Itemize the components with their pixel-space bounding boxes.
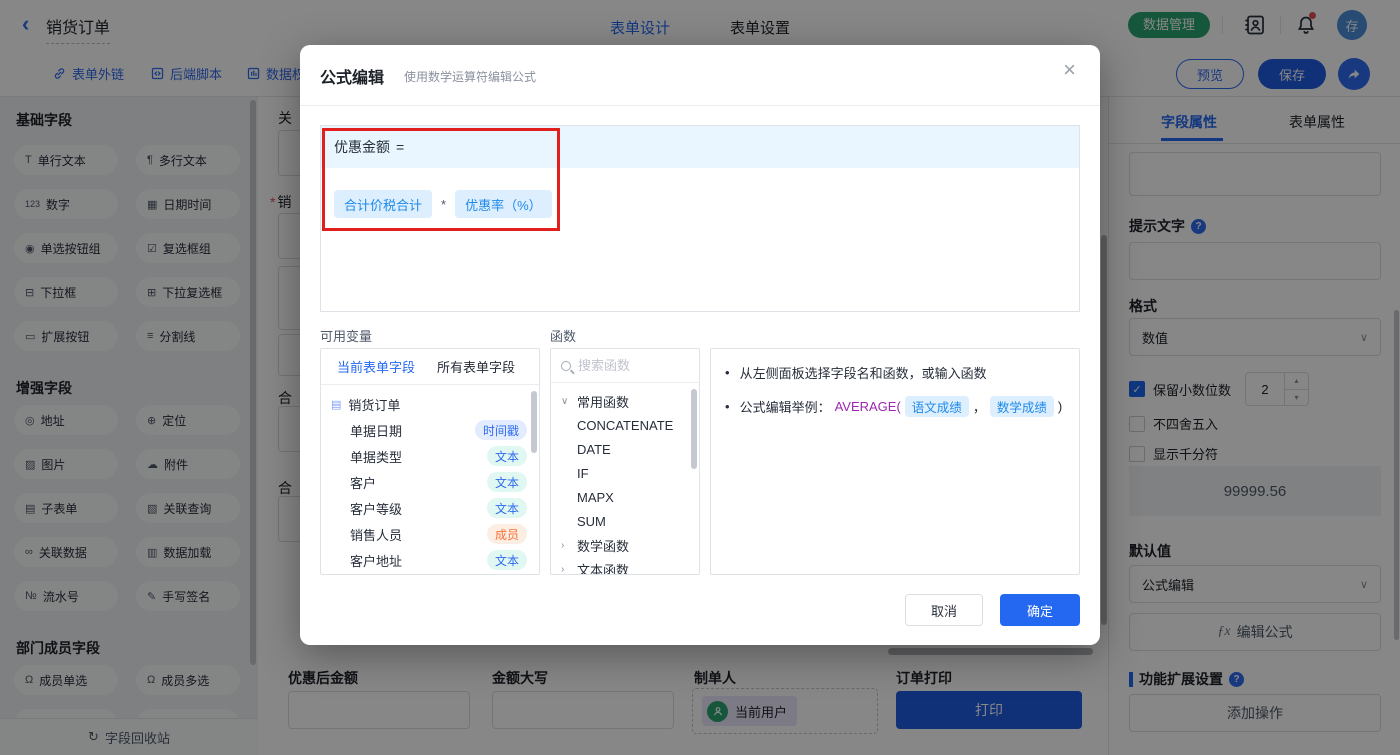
function-item[interactable]: CONCATENATE: [551, 413, 699, 437]
functions-section-label: 函数: [550, 326, 576, 345]
dialog-subtitle: 使用数学运算符编辑公式: [404, 68, 536, 85]
help-text: 从左侧面板选择字段名和函数，或输入函数: [740, 363, 987, 382]
closing-paren: ): [1058, 399, 1062, 414]
tab-all-form-fields[interactable]: 所有表单字段: [437, 357, 515, 376]
function-group-common[interactable]: ∨ 常用函数: [551, 389, 699, 413]
type-badge: 时间戳: [475, 420, 527, 440]
variable-name: 销售人员: [350, 525, 402, 544]
formula-edit-dialog: 公式编辑 使用数学运算符编辑公式 × 优惠金额 = 合计价税合计 * 优惠率（%…: [300, 45, 1100, 645]
formula-field-chip[interactable]: 优惠率（%）: [455, 190, 552, 218]
variables-section-label: 可用变量: [320, 326, 372, 345]
function-item[interactable]: IF: [551, 461, 699, 485]
form-doc-icon: ▤: [331, 398, 341, 411]
formula-target-row: 优惠金额 =: [321, 126, 1079, 168]
variable-name: 客户等级: [350, 499, 402, 518]
caret-expanded-icon: ∨: [561, 396, 571, 407]
formula-target-field: 优惠金额: [334, 137, 390, 157]
cancel-button[interactable]: 取消: [905, 594, 983, 626]
dialog-title: 公式编辑: [320, 64, 384, 88]
function-group-text[interactable]: › 文本函数: [551, 557, 699, 575]
variable-row[interactable]: [321, 573, 539, 575]
variable-row[interactable]: 客户 文本: [321, 469, 539, 495]
help-panel: • 从左侧面板选择字段名和函数，或输入函数 • 公式编辑举例： AVERAGE(…: [710, 348, 1080, 575]
multiply-operator: *: [441, 197, 446, 212]
bullet-icon: •: [725, 399, 730, 414]
formula-field-chip[interactable]: 合计价税合计: [334, 190, 432, 218]
variable-name: 客户地址: [350, 551, 402, 570]
search-icon: [561, 361, 571, 371]
type-badge: 成员: [487, 524, 527, 544]
close-icon[interactable]: ×: [1063, 59, 1076, 81]
function-group-label: 文本函数: [577, 560, 629, 576]
variable-name: 单据类型: [350, 447, 402, 466]
function-group-label: 数学函数: [577, 536, 629, 555]
help-bullet-2: • 公式编辑举例： AVERAGE( 语文成绩 ， 数学成绩 ): [711, 396, 1079, 417]
formula-editor[interactable]: 优惠金额 = 合计价税合计 * 优惠率（%）: [320, 125, 1080, 312]
example-field-chip: 数学成绩: [990, 396, 1054, 417]
variable-row[interactable]: 客户地址 文本: [321, 547, 539, 573]
help-bullet-1: • 从左侧面板选择字段名和函数，或输入函数: [711, 363, 1079, 382]
function-search[interactable]: [551, 349, 699, 383]
type-badge: 文本: [487, 446, 527, 466]
caret-collapsed-icon: ›: [561, 540, 571, 551]
type-badge: 文本: [487, 498, 527, 518]
function-search-input[interactable]: [578, 358, 678, 373]
variables-panel: 当前表单字段 所有表单字段 ▤ 销货订单 单据日期 时间戳 单据类型 文本 客户…: [320, 348, 540, 575]
variable-row[interactable]: 销售人员 成员: [321, 521, 539, 547]
functions-panel: ∨ 常用函数 CONCATENATE DATE IF MAPX SUM › 数学…: [550, 348, 700, 575]
confirm-button[interactable]: 确定: [1000, 594, 1080, 626]
help-text: 公式编辑举例：: [740, 397, 831, 416]
function-item[interactable]: MAPX: [551, 485, 699, 509]
tab-current-form-fields[interactable]: 当前表单字段: [337, 357, 415, 376]
function-group-label: 常用函数: [577, 392, 629, 411]
function-item[interactable]: SUM: [551, 509, 699, 533]
formula-expression: 合计价税合计 * 优惠率（%）: [321, 168, 1079, 218]
functions-scrollbar[interactable]: [691, 389, 697, 469]
variables-scrollbar[interactable]: [531, 391, 537, 453]
variable-name: 客户: [350, 473, 376, 492]
dialog-header-divider: [300, 105, 1100, 106]
equals-sign: =: [396, 139, 404, 155]
type-badge: 文本: [487, 550, 527, 570]
variable-row[interactable]: 单据类型 文本: [321, 443, 539, 469]
variable-row[interactable]: 客户等级 文本: [321, 495, 539, 521]
caret-collapsed-icon: ›: [561, 564, 571, 575]
function-group-math[interactable]: › 数学函数: [551, 533, 699, 557]
bullet-icon: •: [725, 365, 730, 380]
variable-name: 单据日期: [350, 421, 402, 440]
variable-root-label: 销货订单: [348, 395, 400, 414]
example-function-name: AVERAGE(: [835, 399, 901, 414]
function-item[interactable]: DATE: [551, 437, 699, 461]
type-badge: 文本: [487, 472, 527, 492]
example-field-chip: 语文成绩: [905, 396, 969, 417]
comma: ，: [973, 397, 986, 416]
variables-tabs: 当前表单字段 所有表单字段: [321, 349, 539, 385]
variable-root-row[interactable]: ▤ 销货订单: [321, 391, 539, 417]
variable-row[interactable]: 单据日期 时间戳: [321, 417, 539, 443]
